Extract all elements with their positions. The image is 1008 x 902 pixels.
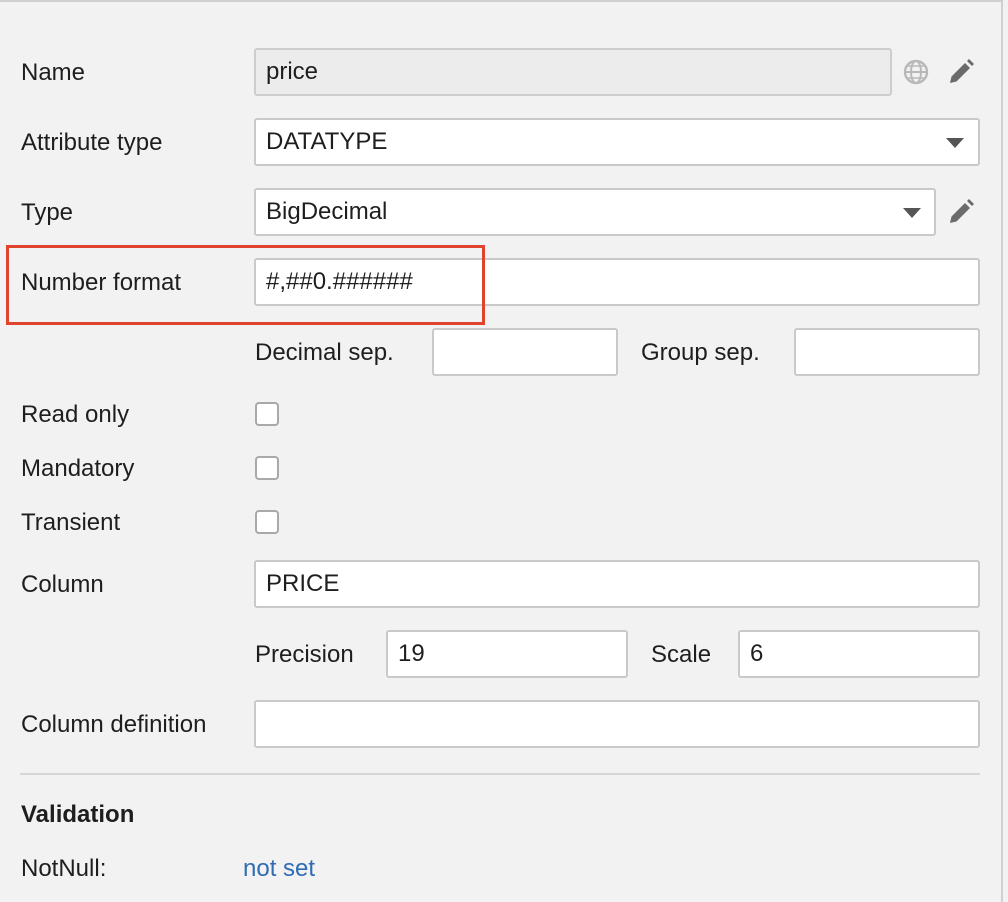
section-divider: [20, 773, 980, 775]
attribute-type-select[interactable]: DATATYPE: [254, 118, 980, 166]
globe-icon[interactable]: [902, 58, 932, 88]
column-label: Column: [21, 571, 104, 598]
transient-checkbox[interactable]: [255, 510, 279, 534]
highlight-box: [6, 245, 485, 325]
decimal-sep-field[interactable]: [432, 328, 618, 376]
attribute-type-label: Attribute type: [21, 129, 163, 156]
column-definition-label: Column definition: [21, 711, 207, 738]
mandatory-label: Mandatory: [21, 455, 135, 482]
precision-label: Precision: [255, 641, 354, 668]
scale-field[interactable]: 6: [738, 630, 980, 678]
notnull-link[interactable]: not set: [243, 854, 315, 884]
precision-field[interactable]: 19: [386, 630, 628, 678]
chevron-down-icon[interactable]: [903, 208, 921, 218]
decimal-sep-label: Decimal sep.: [255, 339, 394, 366]
name-field[interactable]: price: [254, 48, 892, 96]
type-label: Type: [21, 199, 74, 226]
transient-label: Transient: [21, 509, 121, 536]
pencil-icon[interactable]: [946, 57, 976, 87]
column-field[interactable]: PRICE: [254, 560, 980, 608]
mandatory-checkbox[interactable]: [255, 456, 279, 480]
validation-heading: Validation: [21, 801, 135, 828]
read-only-checkbox[interactable]: [255, 402, 279, 426]
chevron-down-icon[interactable]: [946, 138, 964, 148]
group-sep-field[interactable]: [794, 328, 980, 376]
pencil-icon[interactable]: [946, 197, 976, 227]
read-only-label: Read only: [21, 401, 130, 428]
scale-label: Scale: [651, 641, 712, 668]
type-select[interactable]: BigDecimal: [254, 188, 936, 236]
column-definition-field[interactable]: [254, 700, 980, 748]
group-sep-label: Group sep.: [641, 339, 760, 366]
notnull-label: NotNull:: [21, 855, 107, 882]
name-label: Name: [21, 59, 86, 86]
